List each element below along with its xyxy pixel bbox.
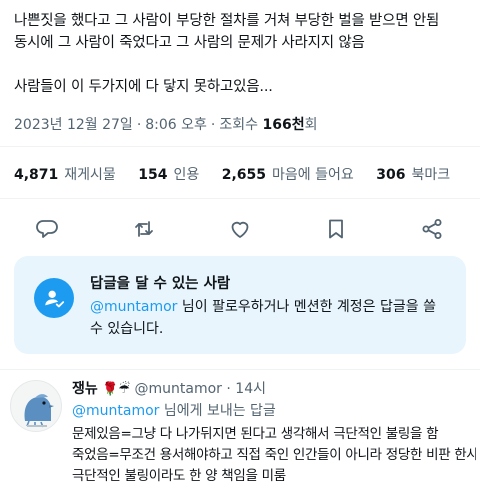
like-icon[interactable] <box>225 214 255 244</box>
reply-text: 문제있음=그냥 다 나가뒤지면 된다고 생각해서 극단적인 불링을 함 죽었음=… <box>72 424 476 487</box>
action-bar <box>0 214 480 244</box>
separator-dot: · <box>136 117 142 133</box>
divider <box>0 146 480 147</box>
stat-quotes[interactable]: 154 인용 <box>138 167 199 183</box>
user-check-icon <box>34 278 74 318</box>
stat-label: 인용 <box>173 167 200 183</box>
stat-label: 마음에 들어요 <box>272 167 354 183</box>
reply-header: 쟁뉴 🌹☔ @muntamor · 14시 <box>72 378 266 398</box>
divider <box>0 198 480 199</box>
views-suffix: 회 <box>304 117 318 133</box>
reply-line: 죽었음=무조건 용서해야하고 직접 죽인 인간들이 아니라 정당한 비판 한사람… <box>72 447 476 463</box>
separator-dot: · <box>210 117 216 133</box>
tweet-time[interactable]: 8:06 오후 <box>145 117 207 133</box>
tweet-meta: 2023년 12월 27일 · 8:06 오후 · 조회수 166천회 <box>14 114 317 134</box>
stat-number: 154 <box>138 167 168 183</box>
tweet-date[interactable]: 2023년 12월 27일 <box>14 117 133 133</box>
tweet-line: 동시에 그 사람이 죽었다고 그 사람의 문제가 사라지지 않음 <box>14 35 365 51</box>
reply-tweet[interactable]: 쟁뉴 🌹☔ @muntamor · 14시 @muntamor 님에게 보내는 … <box>0 370 480 501</box>
who-can-reply-text: @muntamor 님이 팔로우하거나 멘션한 계정은 답글을 쓸 수 있습니다… <box>90 296 450 340</box>
tweet-line: 나쁜짓을 했다고 그 사람이 부당한 절차를 거쳐 부당한 벌을 받으면 안됨 <box>14 13 440 29</box>
user-handle[interactable]: @muntamor <box>135 381 222 397</box>
share-icon[interactable] <box>417 214 447 244</box>
reply-line: 극단적인 불링이라도 한 양 책임을 미룸 <box>72 468 286 484</box>
mention-link[interactable]: @muntamor <box>72 403 159 419</box>
stat-likes[interactable]: 2,655 마음에 들어요 <box>222 167 354 183</box>
engagement-stats: 4,871 재게시물 154 인용 2,655 마음에 들어요 306 북마크 <box>14 164 468 184</box>
stat-label: 북마크 <box>411 167 451 183</box>
reply-time[interactable]: 14시 <box>235 381 266 397</box>
stat-number: 2,655 <box>221 167 267 183</box>
separator-dot: · <box>226 381 231 397</box>
tweet-line: 사람들이 이 두가지에 다 닿지 못하고있음... <box>14 79 273 95</box>
name-emoji: 🌹☔ <box>102 382 131 397</box>
stat-number: 4,871 <box>14 167 59 183</box>
bookmark-icon[interactable] <box>321 214 351 244</box>
stat-label: 재게시물 <box>64 167 116 183</box>
replying-to: @muntamor 님에게 보내는 답글 <box>72 400 276 420</box>
stat-reposts[interactable]: 4,871 재게시물 <box>14 167 116 183</box>
stat-bookmarks[interactable]: 306 북마크 <box>376 167 450 183</box>
who-can-reply-title: 답글을 달 수 있는 사람 <box>90 276 231 292</box>
tweet-text: 나쁜짓을 했다고 그 사람이 부당한 절차를 거쳐 부당한 벌을 받으면 안됨 … <box>14 10 470 98</box>
replying-suffix: 님에게 보내는 답글 <box>159 403 276 419</box>
repost-icon[interactable] <box>129 214 159 244</box>
display-name[interactable]: 쟁뉴 <box>72 381 98 397</box>
views-count[interactable]: 166천 <box>262 117 304 133</box>
views-label: 조회수 <box>219 117 259 133</box>
reply-line: 문제있음=그냥 다 나가뒤지면 된다고 생각해서 극단적인 불링을 함 <box>72 426 439 442</box>
reply-icon[interactable] <box>32 214 62 244</box>
mention-link[interactable]: @muntamor <box>90 299 177 315</box>
avatar[interactable] <box>10 380 62 432</box>
who-can-reply-card: 답글을 달 수 있는 사람 @muntamor 님이 팔로우하거나 멘션한 계정… <box>14 256 466 354</box>
stat-number: 306 <box>376 167 406 183</box>
